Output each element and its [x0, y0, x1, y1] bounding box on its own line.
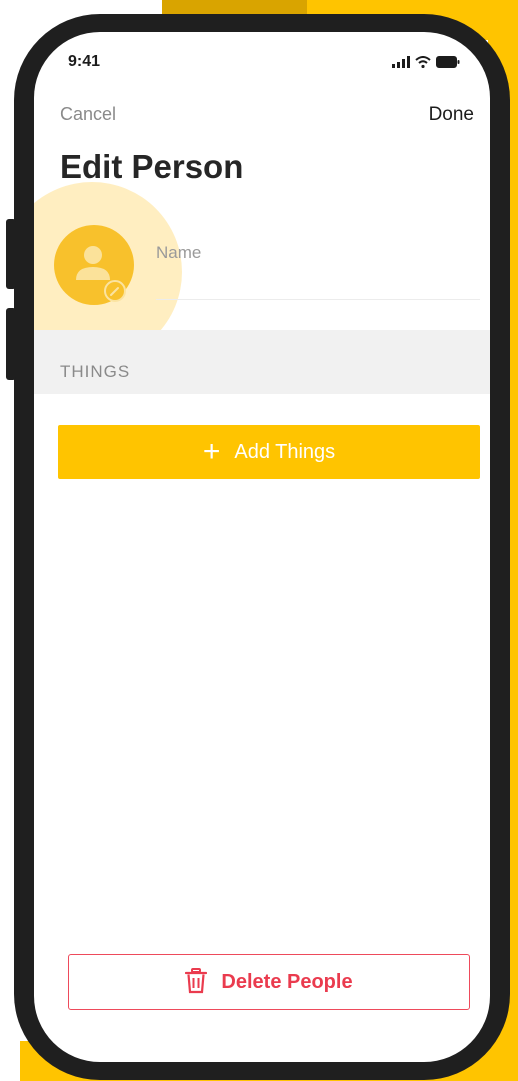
cancel-button[interactable]: Cancel	[60, 104, 116, 125]
status-icons	[392, 55, 460, 73]
phone-side-button	[6, 308, 16, 380]
delete-people-button[interactable]: Delete People	[68, 954, 470, 1010]
pencil-icon[interactable]	[104, 280, 126, 302]
things-section-label: THINGS	[60, 362, 131, 381]
wifi-icon	[415, 55, 431, 73]
phone-frame: 9:41 Cancel Done Edit Person Name THINGS…	[6, 14, 510, 1080]
battery-icon	[436, 55, 460, 73]
add-things-label: Add Things	[234, 440, 336, 463]
add-things-button[interactable]: + Add Things	[58, 425, 480, 479]
delete-people-label: Delete People	[221, 970, 353, 993]
page-title: Edit Person	[60, 148, 244, 185]
signal-icon	[392, 55, 410, 73]
stage: 9:41 Cancel Done Edit Person Name THINGS…	[0, 0, 518, 1081]
phone-side-button	[6, 219, 16, 289]
trash-icon	[185, 967, 208, 997]
phone-screen: 9:41 Cancel Done Edit Person Name THINGS…	[34, 32, 490, 1062]
status-time: 9:41	[68, 53, 101, 70]
plus-icon: +	[202, 435, 221, 468]
done-button[interactable]: Done	[429, 104, 474, 126]
name-input[interactable]	[156, 232, 480, 300]
